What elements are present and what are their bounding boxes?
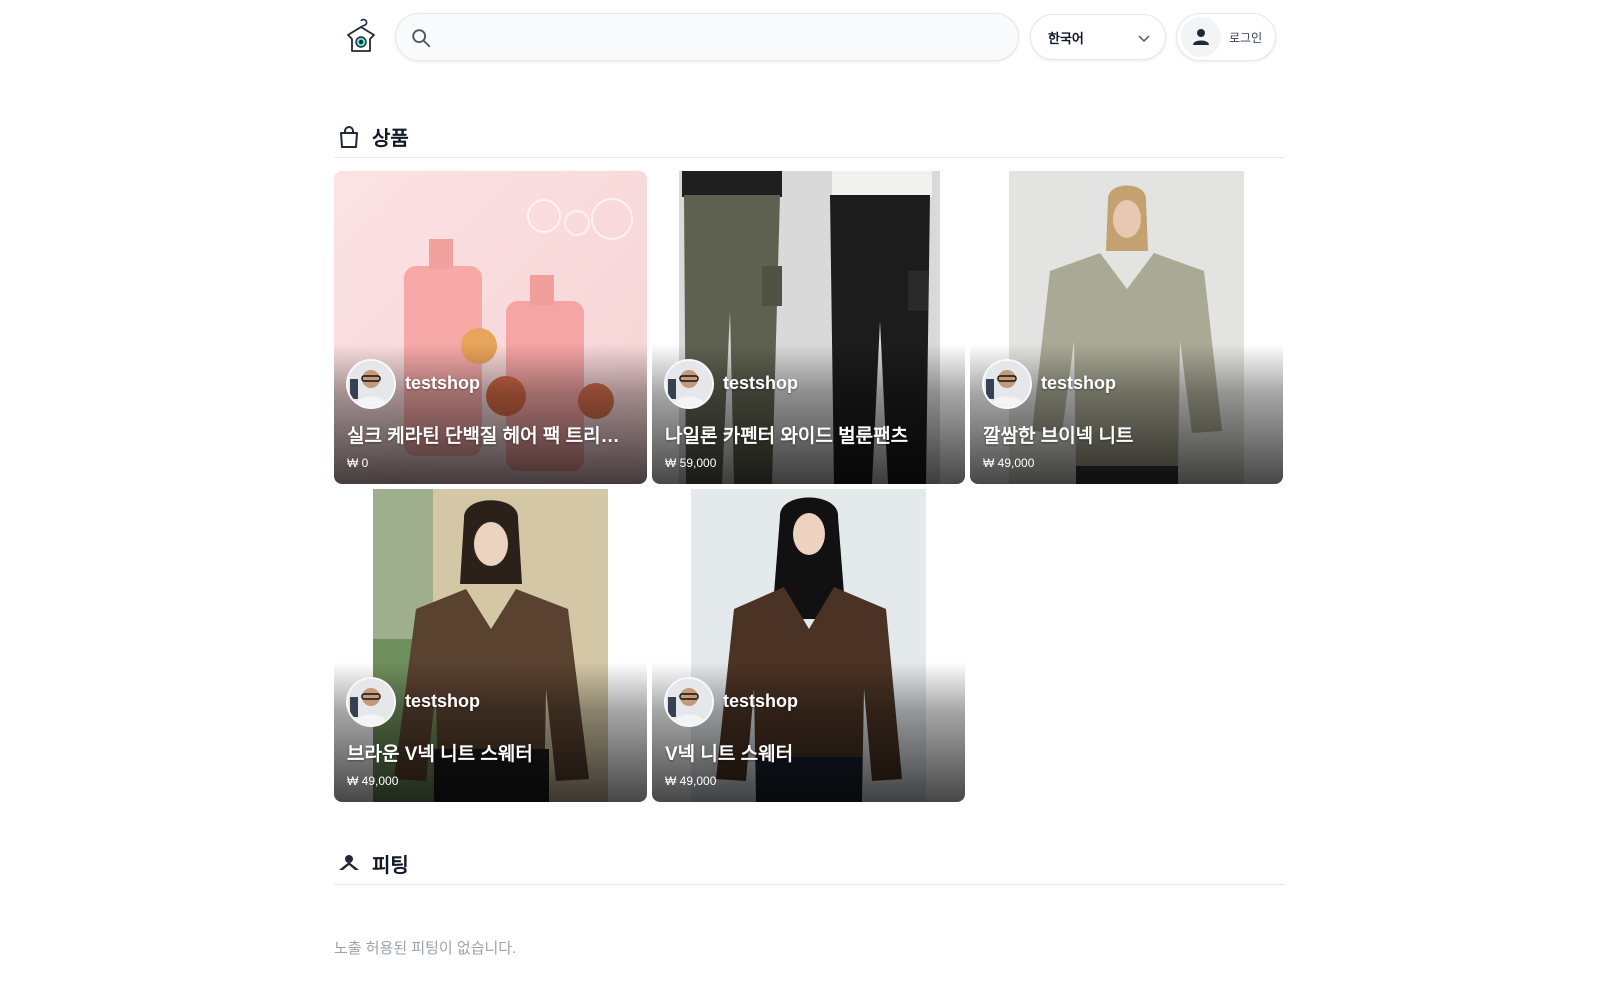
search-icon[interactable] [410, 27, 432, 49]
language-select-value: 한국어 [1048, 30, 1084, 46]
shop-avatar [664, 677, 714, 727]
product-name: 나일론 카펜터 와이드 벌룬팬츠 [665, 426, 909, 447]
product-price: ₩ 49,000 [983, 456, 1035, 470]
product-card[interactable]: testshop 실크 케라틴 단백질 헤어 팩 트리트먼트 ₩ 0 [334, 171, 647, 484]
shop-name: testshop [405, 690, 481, 711]
product-name: 깔쌈한 브이넥 니트 [983, 426, 1134, 447]
fitting-empty-message: 노출 허용된 피팅이 없습니다. [334, 940, 517, 957]
product-card[interactable]: testshop V넥 니트 스웨터 ₩ 49,000 [652, 489, 965, 802]
search-bar [395, 13, 1019, 61]
shop-avatar [982, 359, 1032, 409]
product-name: V넥 니트 스웨터 [665, 744, 794, 765]
fitting-section: 피팅 노출 허용된 피팅이 없습니다. [334, 849, 1284, 979]
fitting-section-title: 피팅 [372, 855, 409, 877]
login-label: 로그인 [1229, 30, 1263, 45]
shop-info[interactable]: testshop [664, 677, 798, 727]
product-price: ₩ 49,000 [347, 774, 399, 788]
chevron-down-icon [1138, 35, 1150, 43]
product-name: 브라운 V넥 니트 스웨터 [347, 744, 533, 765]
product-price: ₩ 0 [347, 456, 369, 470]
shop-name: testshop [405, 372, 481, 393]
product-card[interactable]: testshop 깔쌈한 브이넥 니트 ₩ 49,000 [970, 171, 1283, 484]
user-icon [1193, 29, 1209, 45]
shop-avatar [346, 677, 396, 727]
logo[interactable] [338, 14, 384, 60]
shop-info[interactable]: testshop [664, 359, 798, 409]
shopping-bag-icon [336, 124, 362, 150]
language-select[interactable]: 한국어 [1030, 14, 1166, 60]
shop-info[interactable]: testshop [982, 359, 1116, 409]
shop-info[interactable]: testshop [346, 359, 480, 409]
shop-name: testshop [723, 372, 799, 393]
products-section-header: 상품 [334, 122, 1284, 158]
product-name: 실크 케라틴 단백질 헤어 팩 트리트먼트 [347, 426, 637, 447]
shop-name: testshop [723, 690, 799, 711]
products-section: 상품 testshop 실크 케라틴 단백질 헤어 팩 트리트먼트 ₩ 0 te… [334, 122, 1284, 822]
product-price: ₩ 59,000 [665, 456, 717, 470]
top-header: 한국어 로그인 [338, 12, 1276, 62]
shop-info[interactable]: testshop [346, 677, 480, 727]
product-card[interactable]: testshop 브라운 V넥 니트 스웨터 ₩ 49,000 [334, 489, 647, 802]
product-card[interactable]: testshop 나일론 카펜터 와이드 벌룬팬츠 ₩ 59,000 [652, 171, 965, 484]
fitting-section-header: 피팅 [334, 849, 1284, 885]
shop-avatar [664, 359, 714, 409]
hanger-shirt-logo-icon [347, 18, 375, 52]
shop-avatar [346, 359, 396, 409]
search-input[interactable] [442, 22, 1002, 54]
products-section-title: 상품 [372, 128, 409, 150]
user-avatar [1181, 17, 1221, 57]
login-button[interactable]: 로그인 [1176, 13, 1276, 61]
hanger-icon [336, 851, 362, 877]
shop-name: testshop [1041, 372, 1117, 393]
product-price: ₩ 49,000 [665, 774, 717, 788]
